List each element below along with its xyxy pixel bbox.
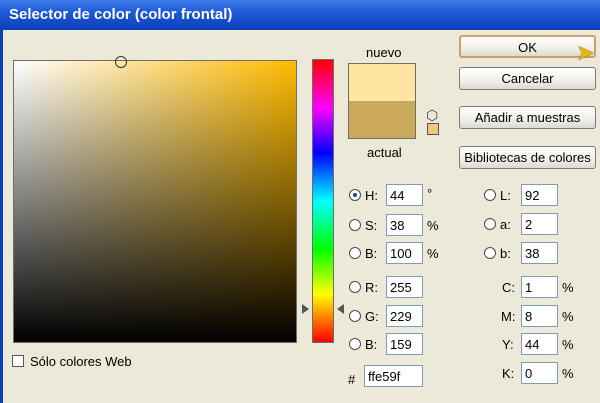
radio-brightness[interactable] bbox=[349, 247, 361, 259]
lab-b-input[interactable] bbox=[521, 242, 558, 264]
green-input[interactable] bbox=[386, 305, 423, 327]
black-label: K: bbox=[502, 366, 515, 381]
title-bar[interactable]: Selector de color (color frontal) bbox=[0, 0, 600, 30]
color-picker-window: Selector de color (color frontal) nuevo … bbox=[0, 0, 600, 403]
color-preview bbox=[348, 63, 416, 139]
radio-lab-b[interactable] bbox=[484, 247, 496, 259]
add-to-swatches-button[interactable]: Añadir a muestras bbox=[459, 106, 596, 129]
hex-label: # bbox=[348, 372, 356, 387]
brightness-input[interactable] bbox=[386, 242, 423, 264]
current-color-label: actual bbox=[367, 145, 402, 160]
mouse-pointer-icon: ➤ bbox=[576, 40, 595, 65]
radio-blue[interactable] bbox=[349, 338, 361, 350]
magenta-unit: % bbox=[562, 309, 574, 324]
cyan-unit: % bbox=[562, 280, 574, 295]
magenta-label: M: bbox=[501, 309, 516, 324]
saturation-unit: % bbox=[427, 218, 439, 233]
black-input[interactable] bbox=[521, 362, 558, 384]
magenta-input[interactable] bbox=[521, 305, 558, 327]
hue-input[interactable] bbox=[386, 184, 423, 206]
window-title: Selector de color (color frontal) bbox=[9, 6, 233, 23]
radio-green[interactable] bbox=[349, 310, 361, 322]
web-colors-only-checkbox[interactable] bbox=[12, 355, 24, 367]
hue-slider-handle-right-icon[interactable] bbox=[337, 304, 344, 314]
web-safe-cube-icon[interactable]: ⬡ bbox=[426, 107, 438, 124]
blue-input[interactable] bbox=[386, 333, 423, 355]
blue-label: B: bbox=[365, 337, 378, 352]
lab-b-label: b: bbox=[500, 246, 511, 261]
lightness-label: L: bbox=[500, 188, 511, 203]
hex-input[interactable] bbox=[364, 365, 423, 387]
radio-hue[interactable] bbox=[349, 189, 361, 201]
radio-lightness[interactable] bbox=[484, 189, 496, 201]
current-color-swatch[interactable] bbox=[349, 101, 415, 138]
new-color-label: nuevo bbox=[366, 45, 402, 60]
web-safe-color-swatch[interactable] bbox=[427, 123, 439, 135]
brightness-unit: % bbox=[427, 246, 439, 261]
yellow-input[interactable] bbox=[521, 333, 558, 355]
cyan-input[interactable] bbox=[521, 276, 558, 298]
hue-unit: ° bbox=[427, 186, 433, 201]
red-input[interactable] bbox=[386, 276, 423, 298]
lab-a-input[interactable] bbox=[521, 213, 558, 235]
new-color-swatch bbox=[349, 64, 415, 101]
color-libraries-button[interactable]: Bibliotecas de colores bbox=[459, 146, 596, 169]
cyan-label: C: bbox=[502, 280, 515, 295]
cancel-button[interactable]: Cancelar bbox=[459, 67, 596, 90]
color-field-cursor[interactable] bbox=[115, 56, 127, 68]
green-label: G: bbox=[365, 309, 379, 324]
lightness-input[interactable] bbox=[521, 184, 558, 206]
red-label: R: bbox=[365, 280, 378, 295]
hue-slider[interactable] bbox=[312, 59, 334, 343]
hue-slider-handle-left-icon[interactable] bbox=[302, 304, 309, 314]
radio-saturation[interactable] bbox=[349, 219, 361, 231]
saturation-input[interactable] bbox=[386, 214, 423, 236]
black-unit: % bbox=[562, 366, 574, 381]
color-field[interactable] bbox=[13, 60, 297, 343]
saturation-label: S: bbox=[365, 218, 378, 233]
yellow-label: Y: bbox=[502, 337, 514, 352]
brightness-label: B: bbox=[365, 246, 378, 261]
radio-red[interactable] bbox=[349, 281, 361, 293]
yellow-unit: % bbox=[562, 337, 574, 352]
radio-lab-a[interactable] bbox=[484, 218, 496, 230]
hue-label: H: bbox=[365, 188, 378, 203]
web-colors-only-label: Sólo colores Web bbox=[30, 354, 132, 369]
lab-a-label: a: bbox=[500, 217, 511, 232]
